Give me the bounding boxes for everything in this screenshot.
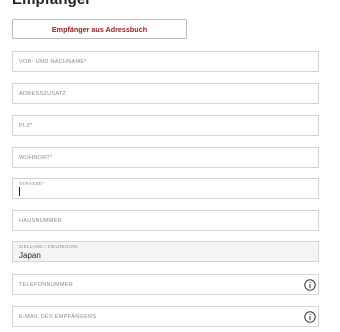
zip-placeholder: PLZ* — [19, 122, 33, 129]
info-icon[interactable] — [304, 311, 316, 323]
section-heading: Empfänger — [12, 0, 91, 8]
house-number-placeholder: HAUSNUMMER — [19, 217, 63, 224]
country-field[interactable]: ZIELLAND / ZIELREGION Japan — [12, 241, 319, 262]
address-extra-field[interactable]: ADRESSZUSATZ — [12, 83, 319, 104]
street-field[interactable]: STRASSE* — [12, 178, 319, 199]
country-value: Japan — [19, 250, 41, 260]
address-book-button[interactable]: Empfänger aus Adressbuch — [12, 19, 187, 39]
street-label: STRASSE* — [19, 181, 45, 186]
name-field[interactable]: VOR- UND NACHNAME* — [12, 51, 319, 72]
email-field[interactable]: E-MAIL DES EMPFÄNGERS — [12, 306, 319, 327]
info-icon[interactable] — [304, 279, 316, 291]
house-number-field[interactable]: HAUSNUMMER — [12, 210, 319, 231]
recipient-form: Empfänger Empfänger aus Adressbuch VOR- … — [0, 0, 340, 332]
text-cursor — [19, 187, 20, 196]
country-label: ZIELLAND / ZIELREGION — [19, 244, 78, 249]
phone-placeholder: TELEFONNUMMER — [19, 281, 74, 288]
email-placeholder: E-MAIL DES EMPFÄNGERS — [19, 313, 97, 320]
city-placeholder: WOHNORT* — [19, 154, 53, 161]
address-extra-placeholder: ADRESSZUSATZ — [19, 90, 67, 97]
phone-field[interactable]: TELEFONNUMMER — [12, 274, 319, 295]
city-field[interactable]: WOHNORT* — [12, 147, 319, 168]
name-placeholder: VOR- UND NACHNAME* — [19, 58, 87, 65]
zip-field[interactable]: PLZ* — [12, 115, 319, 136]
